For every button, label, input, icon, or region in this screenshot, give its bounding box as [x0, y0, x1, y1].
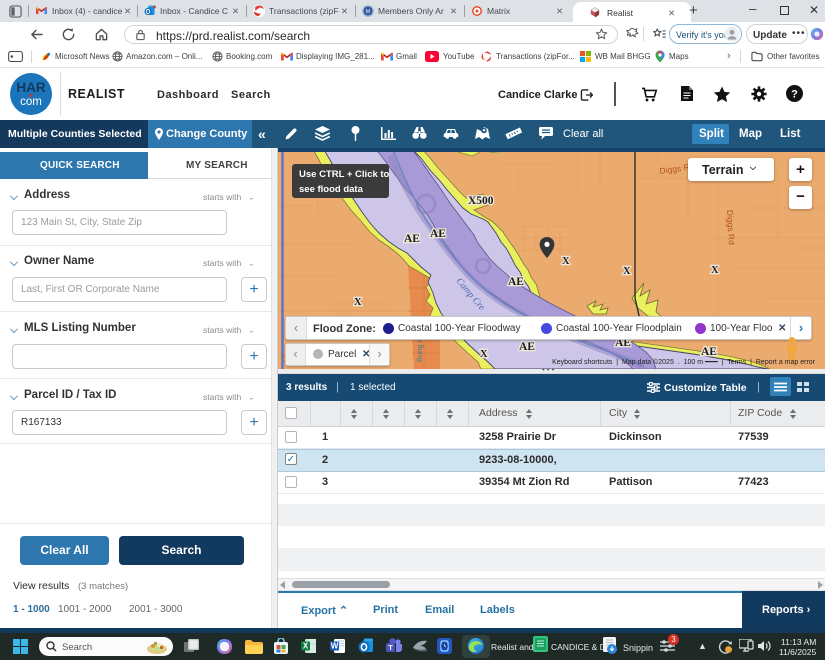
svg-text:HAR: HAR [16, 80, 45, 95]
svg-text:X: X [303, 642, 309, 651]
svg-text:?: ? [791, 89, 798, 101]
svg-text:T: T [388, 643, 393, 652]
svg-text:W: W [331, 642, 339, 651]
svg-text:X500: X500 [468, 195, 494, 207]
svg-text:X: X [623, 266, 631, 277]
svg-text:AE: AE [430, 228, 446, 240]
svg-text:M: M [366, 9, 370, 15]
svg-text:AE: AE [701, 346, 717, 358]
svg-text:Diggs Rd: Diggs Rd [725, 210, 737, 246]
svg-text:AE: AE [508, 276, 524, 288]
svg-text:X: X [354, 297, 362, 308]
svg-text:AE: AE [404, 233, 420, 245]
svg-text:com: com [20, 96, 42, 108]
svg-text:AE: AE [519, 341, 535, 353]
svg-text:X: X [711, 265, 719, 276]
svg-text:X: X [562, 256, 570, 267]
